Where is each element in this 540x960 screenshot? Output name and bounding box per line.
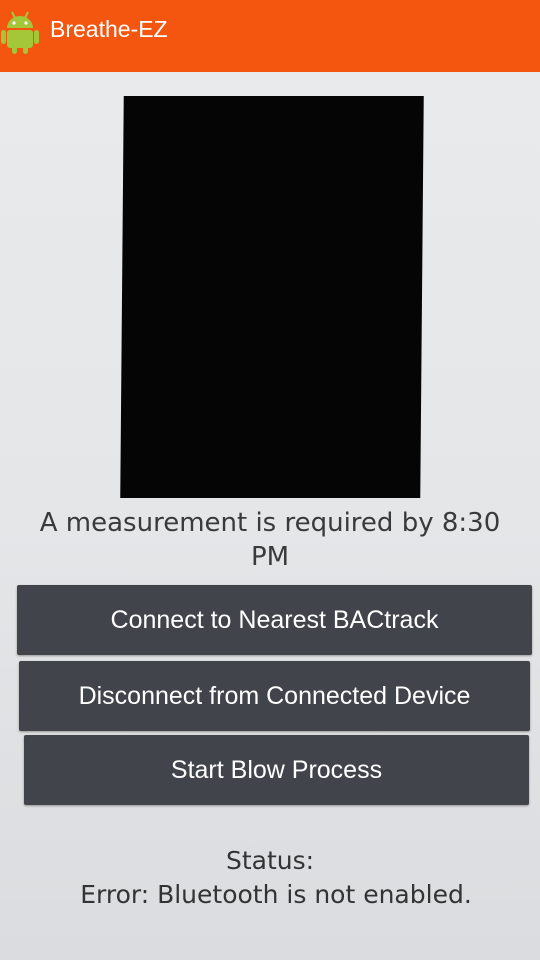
connect-button[interactable]: Connect to Nearest BACtrack	[17, 585, 532, 655]
app-title: Breathe-EZ	[50, 15, 168, 42]
app-bar: Breathe-EZ	[0, 0, 540, 72]
status-text: Error: Bluetooth is not enabled.	[80, 880, 472, 909]
measurement-message: A measurement is required by 8:30 PM	[10, 506, 530, 574]
measurement-message-line1: A measurement is required by 8:30	[39, 508, 501, 538]
camera-preview	[120, 96, 424, 498]
measurement-message-line2: PM	[250, 542, 290, 572]
main-content: A measurement is required by 8:30 PM Con…	[0, 72, 540, 960]
disconnect-button[interactable]: Disconnect from Connected Device	[19, 661, 530, 731]
start-blow-button[interactable]: Start Blow Process	[24, 735, 529, 805]
status-label: Status:	[225, 846, 315, 875]
android-icon	[0, 8, 40, 54]
